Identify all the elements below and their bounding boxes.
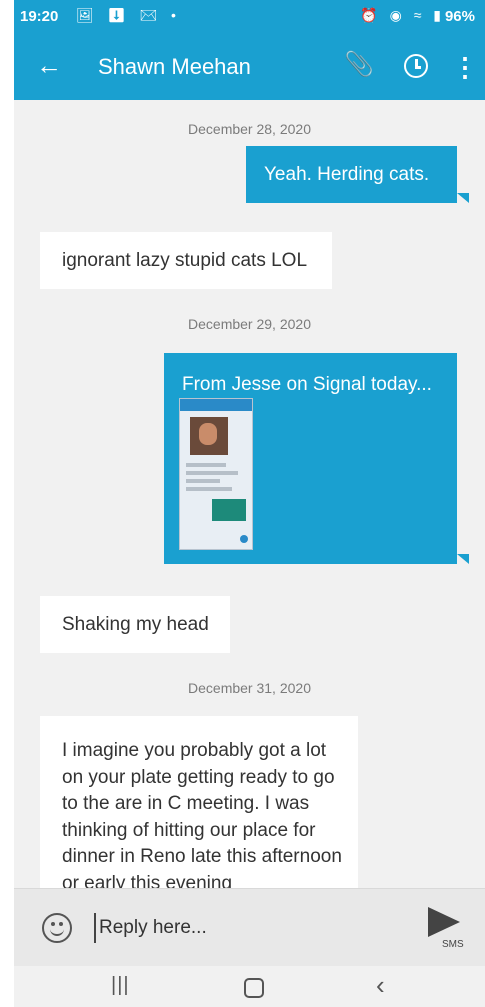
system-icons: ⏰ ◉ ≈ ▮ <box>360 7 445 23</box>
app-bar: ← Shawn Meehan 📎 ⋮ <box>14 34 485 100</box>
date-separator: December 29, 2020 <box>188 316 311 332</box>
phone-screen: 19:20 🖼 ⬇ ✉ • ⏰ ◉ ≈ ▮ 96% ← Shawn Meehan… <box>14 0 485 1007</box>
emoji-eye <box>51 922 55 926</box>
composer-bar: SMS <box>14 888 485 967</box>
back-arrow-icon[interactable]: ← <box>36 50 62 81</box>
thumbnail-face <box>199 423 217 445</box>
thumbnail-line <box>186 479 220 483</box>
system-nav-bar: ||| ‹ <box>14 966 485 1007</box>
schedule-clock-icon[interactable] <box>404 54 428 78</box>
thumbnail-line <box>186 471 238 475</box>
thumbnail-line <box>186 463 226 467</box>
screenshot-thumbnail[interactable] <box>179 398 253 550</box>
bubble-tail <box>457 554 469 564</box>
thumbnail-header <box>180 399 252 411</box>
contact-name: Shawn Meehan <box>98 54 251 79</box>
home-icon[interactable] <box>244 978 264 998</box>
incoming-message[interactable]: Shaking my head <box>40 596 230 653</box>
send-icon[interactable] <box>428 907 460 937</box>
incoming-message[interactable]: ignorant lazy stupid cats LOL <box>40 232 332 289</box>
emoji-eye <box>59 922 63 926</box>
thumbnail-bubble <box>212 499 246 521</box>
bubble-tail <box>457 193 469 203</box>
status-bar: 19:20 🖼 ⬇ ✉ • ⏰ ◉ ≈ ▮ 96% <box>14 0 485 34</box>
status-time: 19:20 <box>20 8 59 25</box>
battery-level: 96% <box>444 8 475 25</box>
back-icon[interactable]: ‹ <box>376 970 385 1001</box>
recents-icon[interactable]: ||| <box>111 974 130 997</box>
attachment-icon[interactable]: 📎 <box>344 50 374 79</box>
thumbnail-send-dot <box>240 535 248 543</box>
message-text: From Jesse on Signal today... <box>182 374 432 395</box>
outgoing-message[interactable]: Yeah. Herding cats. <box>246 146 457 203</box>
thumbnail-line <box>186 487 232 491</box>
notification-icons: 🖼 ⬇ ✉ • <box>76 7 181 23</box>
emoji-icon[interactable] <box>42 913 72 943</box>
date-separator: December 28, 2020 <box>188 121 311 137</box>
emoji-mouth <box>50 927 64 936</box>
send-mode-label: SMS <box>442 939 464 950</box>
overflow-menu-icon[interactable]: ⋮ <box>452 52 478 83</box>
date-separator: December 31, 2020 <box>188 680 311 696</box>
reply-input[interactable] <box>94 913 399 943</box>
